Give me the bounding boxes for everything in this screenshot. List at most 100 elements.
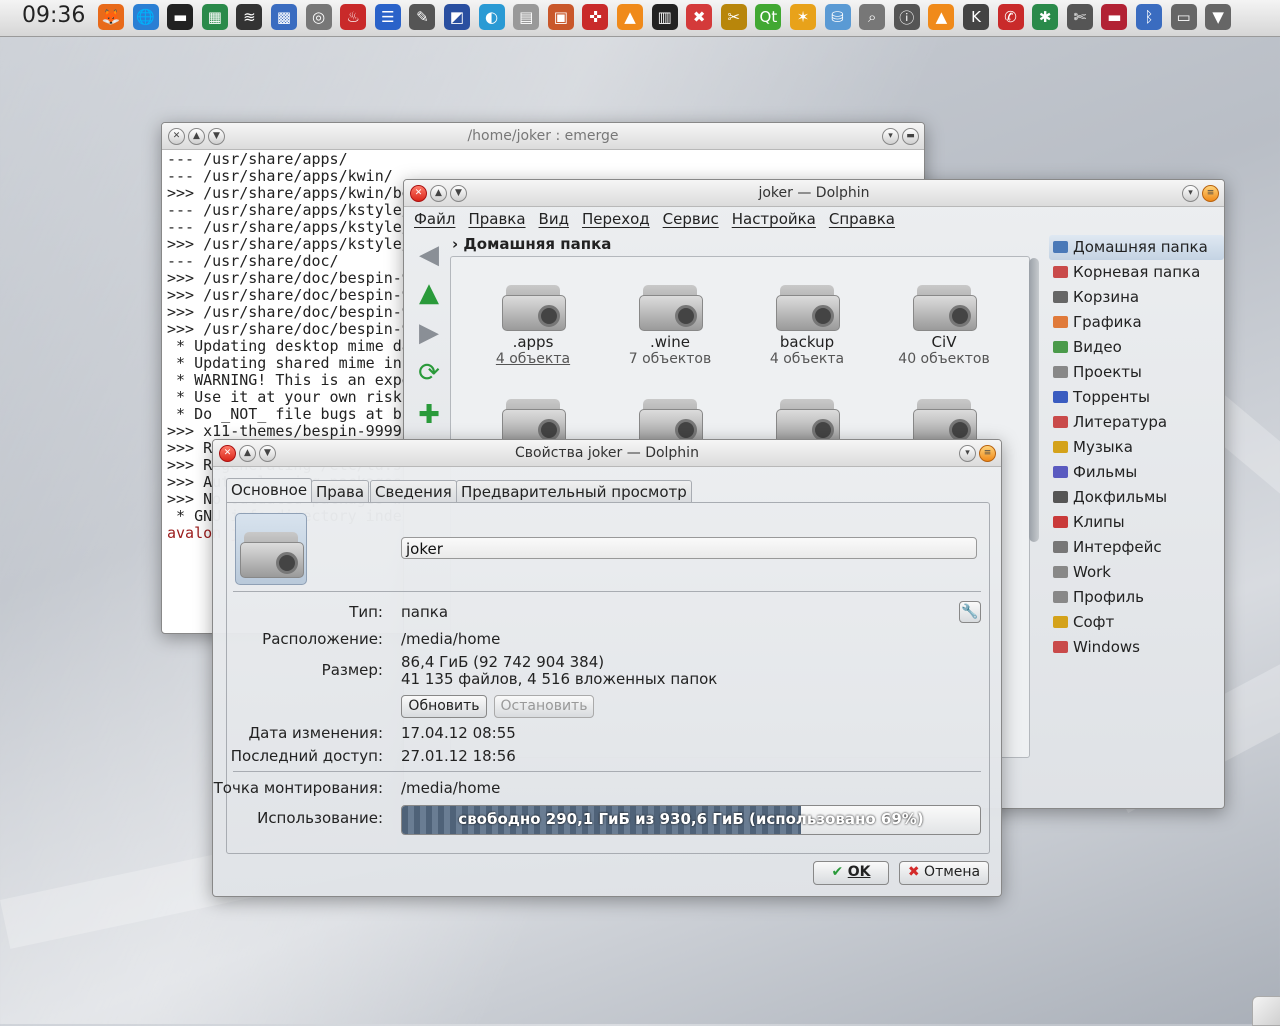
paint-icon[interactable]: ◐ [478, 4, 505, 30]
place-label: Корневая папка [1073, 263, 1201, 281]
place-item[interactable]: Домашняя папка [1049, 235, 1224, 260]
name-input[interactable]: joker [401, 537, 977, 559]
place-item[interactable]: Видео [1049, 335, 1224, 360]
database-icon[interactable]: ⛁ [824, 4, 851, 30]
forward-icon[interactable]: ▶ [412, 316, 446, 350]
burner-icon[interactable]: ♨ [340, 4, 367, 30]
clapper-icon[interactable]: ▥ [651, 4, 678, 30]
network-icon[interactable]: ✱ [1032, 4, 1059, 30]
place-item[interactable]: Софт [1049, 610, 1224, 635]
klipper-icon[interactable]: ✆ [997, 4, 1024, 30]
vertical-scrollbar[interactable] [1028, 258, 1040, 758]
display-icon[interactable]: ▭ [1170, 4, 1197, 30]
terminal-titlebar[interactable]: ✕ ▲ ▼ /home/joker : emerge ▾ ▬ [162, 123, 924, 150]
file-item[interactable] [739, 395, 875, 445]
shade-icon[interactable]: ▾ [882, 128, 899, 145]
menu-item[interactable]: Справка [829, 210, 895, 228]
ok-button[interactable]: ✔ OK [813, 861, 889, 885]
flag-us-icon[interactable]: ▬ [1101, 4, 1128, 30]
folder-icon-button[interactable] [235, 513, 307, 585]
menu-item[interactable]: Правка [468, 210, 525, 228]
menu-item[interactable]: Сервис [663, 210, 719, 228]
photo-icon[interactable]: ▣ [547, 4, 574, 30]
tray-menu-icon[interactable]: ▼ [1205, 4, 1232, 30]
file-item[interactable]: .wine 7 объектов [602, 281, 738, 367]
place-item[interactable]: Профиль [1049, 585, 1224, 610]
text-editor-icon[interactable]: ☰ [374, 4, 401, 30]
place-item[interactable]: Литература [1049, 410, 1224, 435]
place-item[interactable]: Докфильмы [1049, 485, 1224, 510]
place-item[interactable]: Корневая папка [1049, 260, 1224, 285]
place-item[interactable]: Windows [1049, 635, 1224, 660]
menu-item[interactable]: Вид [539, 210, 569, 228]
back-icon[interactable]: ◀ [412, 238, 446, 272]
cancel-button[interactable]: ✖ Отмена [899, 861, 989, 885]
usage-label: Использование: [257, 809, 383, 827]
properties-dialog[interactable]: ✕ ▲ ▼ Свойства joker — Dolphin ▾ ≡ Основ… [212, 439, 1002, 897]
clock[interactable]: 09:36 [22, 3, 85, 28]
file-item[interactable] [876, 395, 1012, 445]
place-item[interactable]: Торренты [1049, 385, 1224, 410]
new-folder-icon[interactable]: ✚ [412, 398, 446, 432]
terminal-icon[interactable]: ▬ [167, 4, 194, 30]
disk-icon[interactable]: ◎ [305, 4, 332, 30]
dolphin-titlebar[interactable]: ✕ ▲ ▼ joker — Dolphin ▾ ≡ [404, 180, 1224, 207]
size-value: 86,4 ГиБ (92 742 904 384) [401, 653, 605, 671]
configure-type-button[interactable]: 🔧 [959, 601, 981, 623]
desktop-corner-button[interactable] [1252, 996, 1280, 1026]
tab-details[interactable]: Сведения [370, 480, 457, 503]
menu-icon[interactable]: ≡ [1202, 185, 1219, 202]
tools-icon[interactable]: ✂ [720, 4, 747, 30]
refresh-button[interactable]: Обновить [401, 695, 487, 718]
up-icon[interactable]: ▲ [412, 276, 446, 310]
utility-icon[interactable]: ✶ [790, 4, 816, 30]
place-item[interactable]: Проекты [1049, 360, 1224, 385]
place-item[interactable]: Интерфейс [1049, 535, 1224, 560]
breadcrumb[interactable]: › Домашняя папка [452, 235, 611, 253]
menu-item[interactable]: Переход [582, 210, 650, 228]
file-item[interactable]: backup 4 объекта [739, 281, 875, 367]
location-value: /media/home [401, 630, 501, 648]
file-item[interactable] [602, 395, 738, 445]
qt-icon[interactable]: Qt [755, 4, 782, 30]
menu-icon[interactable]: ≡ [979, 445, 996, 462]
reload-icon[interactable]: ⟳ [412, 356, 446, 390]
file-item[interactable]: .apps 4 объекта [465, 281, 601, 367]
firefox-icon[interactable]: 🦊 [98, 4, 124, 30]
monitor-icon[interactable]: ▦ [201, 4, 228, 30]
tab-permissions[interactable]: Права [311, 480, 370, 503]
place-item[interactable]: Графика [1049, 310, 1224, 335]
xmind-icon[interactable]: ✖ [686, 4, 713, 30]
file-item[interactable]: CiV 40 объектов [876, 281, 1012, 367]
properties-titlebar[interactable]: ✕ ▲ ▼ Свойства joker — Dolphin ▾ ≡ [213, 440, 1001, 467]
place-item[interactable]: Музыка [1049, 435, 1224, 460]
shade-icon[interactable]: ▾ [959, 445, 976, 462]
info-icon[interactable]: ⓘ [893, 4, 920, 30]
vlc-tray-icon[interactable]: ▲ [928, 4, 955, 30]
search-icon[interactable]: ⌕ [859, 4, 886, 30]
place-item[interactable]: Корзина [1049, 285, 1224, 310]
scissors-icon[interactable]: ✄ [1066, 4, 1093, 30]
calculator-icon[interactable]: ▤ [513, 4, 540, 30]
place-item[interactable]: Work [1049, 560, 1224, 585]
kde-icon[interactable]: K [963, 4, 989, 30]
stop-button[interactable]: Остановить [494, 695, 594, 718]
vlc-icon[interactable]: ▲ [617, 4, 643, 30]
tab-general[interactable]: Основное [226, 478, 313, 503]
tab-preview[interactable]: Предварительный просмотр [456, 480, 692, 503]
system-monitor-icon[interactable]: ≋ [236, 4, 263, 30]
globe-icon[interactable]: 🌐 [132, 4, 159, 30]
drawing-icon[interactable]: ◩ [444, 4, 470, 30]
shade-icon[interactable]: ▾ [1182, 185, 1199, 202]
pen-icon[interactable]: ✎ [409, 4, 436, 30]
place-item[interactable]: Фильмы [1049, 460, 1224, 485]
game-icon[interactable]: ✜ [582, 4, 609, 30]
menu-icon[interactable]: ▬ [902, 128, 919, 145]
menu-item[interactable]: Файл [414, 210, 455, 228]
place-item[interactable]: Клипы [1049, 510, 1224, 535]
menu-item[interactable]: Настройка [732, 210, 816, 228]
bluetooth-icon[interactable]: ᛒ [1136, 4, 1162, 30]
file-item[interactable] [465, 395, 601, 445]
scrollbar-thumb[interactable] [1029, 258, 1039, 542]
kcontrol-icon[interactable]: ▩ [271, 4, 297, 30]
